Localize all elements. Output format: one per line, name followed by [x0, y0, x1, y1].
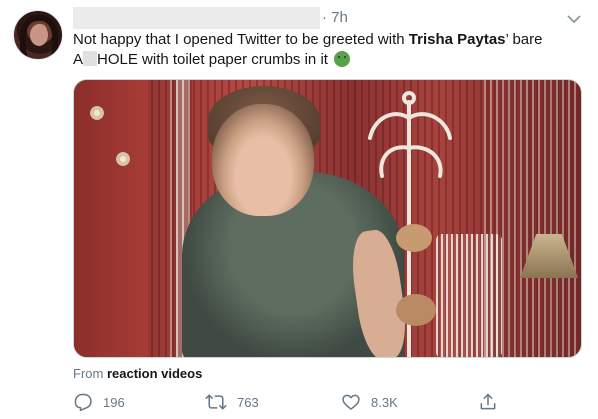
video-thumbnail[interactable]	[73, 79, 582, 358]
tweet-text-line2-a: A	[73, 51, 84, 68]
retweet-icon	[205, 394, 227, 410]
media-person-head	[212, 104, 314, 216]
reply-button[interactable]: 196	[73, 390, 125, 414]
source-prefix: From	[73, 366, 104, 381]
media-source: From reaction videos	[73, 366, 202, 381]
share-icon	[480, 393, 496, 410]
timestamp[interactable]: · 7h	[322, 9, 348, 26]
more-options-caret[interactable]	[564, 9, 584, 29]
media-flower	[90, 106, 104, 120]
heart-icon	[342, 394, 360, 410]
tweet-text-part2: ’ bare	[505, 31, 543, 48]
reply-icon	[74, 393, 92, 412]
share-button[interactable]	[478, 390, 508, 414]
chevron-down-icon	[567, 14, 581, 23]
tweet[interactable]: · 7h Not happy that I opened Twitter to …	[0, 0, 598, 419]
tweet-text-part1: Not happy that I opened Twitter to be gr…	[73, 31, 409, 48]
author-name-redacted	[73, 7, 320, 29]
media-chandelier	[436, 234, 502, 357]
timestamp-text: 7h	[331, 9, 348, 26]
tweet-text-line2-b: HOLE with toilet paper crumbs in it	[97, 51, 328, 68]
like-button[interactable]: 8.3K	[341, 390, 398, 414]
tweet-text-mention[interactable]: Trisha Paytas	[409, 31, 506, 48]
avatar-face	[30, 24, 48, 46]
source-name[interactable]: reaction videos	[107, 366, 202, 381]
tweet-text: Not happy that I opened Twitter to be gr…	[73, 30, 583, 70]
media-flower	[116, 152, 130, 166]
retweet-button[interactable]: 763	[205, 390, 259, 414]
tweet-actions: 196 763 8.3K	[0, 390, 598, 414]
retweet-count: 763	[237, 394, 259, 410]
sick-face-emoji-icon	[334, 51, 351, 67]
censored-letters	[83, 51, 98, 66]
avatar[interactable]	[13, 10, 63, 60]
like-count: 8.3K	[371, 394, 398, 410]
reply-count: 196	[103, 394, 125, 410]
media-wall	[74, 80, 148, 357]
